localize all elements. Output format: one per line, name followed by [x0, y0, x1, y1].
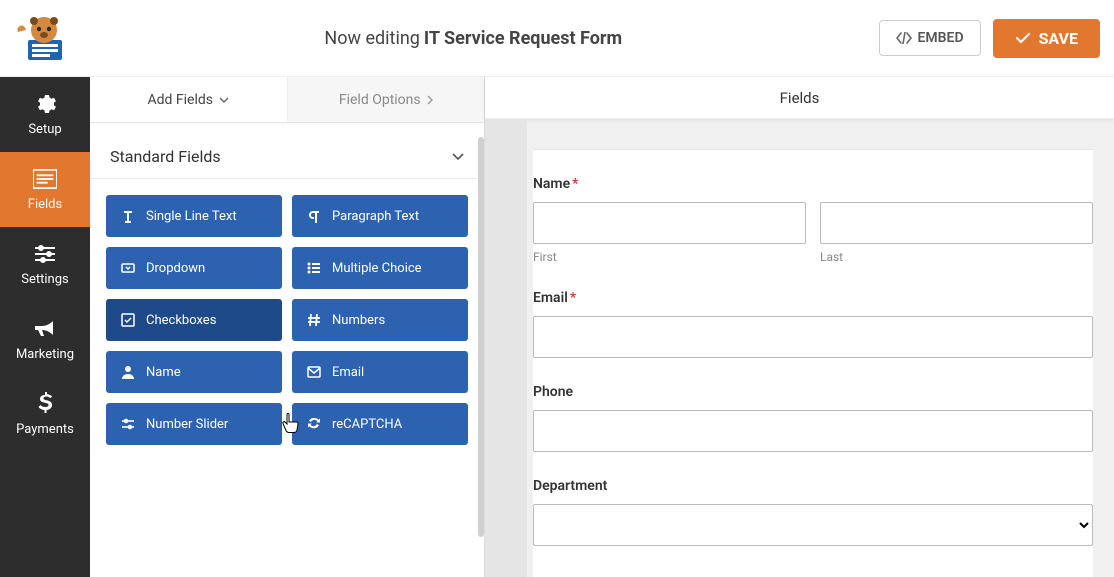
sidenav-item-marketing[interactable]: Marketing: [0, 302, 90, 377]
user-icon: [120, 365, 136, 379]
phone-label: Phone: [533, 384, 1093, 400]
dropdown-icon: [120, 261, 136, 275]
preview-panel: Fields Name* First Last: [485, 77, 1114, 577]
embed-button[interactable]: EMBED: [879, 20, 981, 56]
name-label: Name*: [533, 176, 1093, 192]
field-email[interactable]: Email: [292, 351, 468, 393]
embed-label: EMBED: [918, 30, 964, 46]
chevron-right-icon: [427, 95, 433, 105]
gear-icon: [33, 92, 57, 116]
sidenav-item-payments[interactable]: Payments: [0, 377, 90, 452]
section-header[interactable]: Standard Fields: [90, 123, 484, 179]
side-nav: Setup Fields Settings Marketing Payments: [0, 77, 90, 577]
field-label: Paragraph Text: [332, 209, 419, 224]
main-area: Setup Fields Settings Marketing Payments: [0, 77, 1114, 577]
sidenav-label: Setup: [28, 122, 61, 137]
form-field-name: Name* First Last: [533, 176, 1093, 264]
required-mark: *: [570, 290, 576, 306]
sidenav-label: Marketing: [16, 347, 74, 362]
paragraph-icon: [306, 209, 322, 223]
email-input[interactable]: [533, 316, 1093, 358]
first-sublabel: First: [533, 250, 806, 264]
topbar-actions: EMBED SAVE: [879, 19, 1100, 58]
field-label: Email: [332, 365, 364, 380]
field-label: reCAPTCHA: [332, 417, 402, 432]
form-field-department: Department: [533, 478, 1093, 546]
tab-label: Add Fields: [148, 92, 214, 108]
code-icon: [896, 32, 912, 44]
field-checkboxes[interactable]: Checkboxes: [106, 299, 282, 341]
form-preview[interactable]: Name* First Last: [533, 149, 1093, 577]
field-grid: Single Line Text Paragraph Text Dropdown…: [90, 195, 484, 445]
sidenav-label: Fields: [28, 197, 62, 212]
department-select[interactable]: [533, 504, 1093, 546]
sidenav-item-fields[interactable]: Fields: [0, 152, 90, 227]
last-name-input[interactable]: [820, 202, 1093, 244]
required-mark: *: [572, 176, 578, 192]
email-label: Email*: [533, 290, 1093, 306]
field-number-slider[interactable]: Number Slider: [106, 403, 282, 445]
preview-body: Name* First Last: [485, 119, 1114, 577]
check-icon: [1015, 32, 1031, 44]
envelope-icon: [306, 366, 322, 378]
fields-panel: Add Fields Field Options Standard Fields…: [90, 77, 485, 577]
text-cursor-icon: [120, 209, 136, 223]
form-field-phone: Phone: [533, 384, 1093, 452]
chevron-down-icon: [452, 153, 464, 160]
top-bar: Now editing IT Service Request Form EMBE…: [0, 0, 1114, 77]
phone-input[interactable]: [533, 410, 1093, 452]
list-ul-icon: [306, 261, 322, 275]
field-label: Checkboxes: [146, 313, 216, 328]
first-name-input[interactable]: [533, 202, 806, 244]
name-inputs-row: First Last: [533, 202, 1093, 264]
field-recaptcha[interactable]: reCAPTCHA: [292, 403, 468, 445]
tab-add-fields[interactable]: Add Fields: [90, 77, 287, 122]
tab-label: Field Options: [339, 92, 421, 108]
form-field-email: Email*: [533, 290, 1093, 358]
editing-prefix: Now editing: [324, 28, 419, 49]
cursor-pointer-icon: [280, 413, 300, 437]
field-dropdown[interactable]: Dropdown: [106, 247, 282, 289]
tab-field-options[interactable]: Field Options: [287, 77, 485, 122]
section-title: Standard Fields: [110, 147, 221, 166]
sliders-h-icon: [120, 417, 136, 431]
field-name[interactable]: Name: [106, 351, 282, 393]
sidenav-item-settings[interactable]: Settings: [0, 227, 90, 302]
field-label: Numbers: [332, 313, 385, 328]
field-numbers[interactable]: Numbers: [292, 299, 468, 341]
department-label: Department: [533, 478, 1093, 494]
dollar-icon: [33, 392, 57, 416]
field-label: Number Slider: [146, 417, 228, 432]
preview-title: Fields: [780, 89, 820, 107]
field-label: Name: [146, 365, 181, 380]
field-label: Multiple Choice: [332, 261, 422, 276]
field-label: Dropdown: [146, 261, 205, 276]
chevron-down-icon: [219, 97, 229, 103]
sliders-icon: [33, 242, 57, 266]
last-sublabel: Last: [820, 250, 1093, 264]
field-label: Single Line Text: [146, 209, 237, 224]
panel-tabs: Add Fields Field Options: [90, 77, 484, 123]
list-icon: [33, 167, 57, 191]
field-single-line-text[interactable]: Single Line Text: [106, 195, 282, 237]
check-square-icon: [120, 313, 136, 327]
recaptcha-icon: [306, 417, 322, 431]
divider: [533, 149, 1093, 150]
field-paragraph-text[interactable]: Paragraph Text: [292, 195, 468, 237]
editing-title: Now editing IT Service Request Form: [68, 28, 879, 49]
field-multiple-choice[interactable]: Multiple Choice: [292, 247, 468, 289]
sidenav-item-setup[interactable]: Setup: [0, 77, 90, 152]
preview-header: Fields: [485, 77, 1114, 119]
bullhorn-icon: [33, 317, 57, 341]
app-logo: [14, 14, 68, 62]
form-name: IT Service Request Form: [424, 28, 622, 49]
sidenav-label: Settings: [21, 272, 68, 287]
save-button[interactable]: SAVE: [993, 19, 1100, 58]
save-label: SAVE: [1039, 29, 1078, 48]
hash-icon: [306, 313, 322, 327]
sidenav-label: Payments: [16, 422, 74, 437]
